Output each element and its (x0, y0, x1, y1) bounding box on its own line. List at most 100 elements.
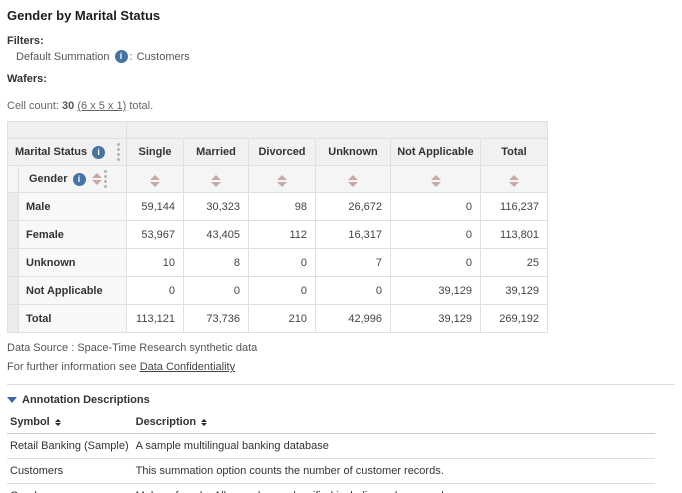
data-cell: 73,736 (184, 305, 249, 333)
column-sort-cell[interactable] (481, 166, 548, 193)
annotation-symbol: Gender (7, 484, 133, 493)
table-row: Total113,12173,73621042,99639,129269,192 (8, 305, 548, 333)
annotation-row: Retail Banking (Sample)A sample multilin… (7, 434, 655, 459)
filter-name: Default Summation (16, 51, 110, 63)
column-header[interactable]: Unknown (316, 139, 391, 166)
filters-label: Filters: (7, 35, 675, 47)
row-indent-strip (8, 305, 19, 333)
data-cell: 42,996 (316, 305, 391, 333)
sort-icon[interactable] (211, 175, 221, 187)
further-info-text: For further information see (7, 361, 137, 373)
further-info-line: For further information see Data Confide… (7, 361, 675, 373)
data-cell: 0 (316, 277, 391, 305)
cell-dimensions-link[interactable]: (6 x 5 x 1) (77, 100, 126, 112)
column-header[interactable]: Divorced (249, 139, 316, 166)
column-header-row: Marital Status i Single Married Divorced… (8, 139, 548, 166)
section-divider (7, 384, 675, 385)
column-header[interactable]: Not Applicable (391, 139, 481, 166)
annotation-header-row: Symbol Description (7, 413, 655, 434)
data-cell: 116,237 (481, 193, 548, 221)
column-sort-cell[interactable] (391, 166, 481, 193)
data-cell: 210 (249, 305, 316, 333)
data-cell: 113,801 (481, 221, 548, 249)
column-sort-cell[interactable] (316, 166, 391, 193)
annotation-row: GenderMale or female. All records are cl… (7, 484, 655, 493)
sort-icon[interactable] (431, 175, 441, 187)
annotation-descriptions-label: Annotation Descriptions (22, 394, 150, 406)
sort-icon[interactable] (92, 173, 102, 185)
sort-icon[interactable] (277, 175, 287, 187)
column-header[interactable]: Single (127, 139, 184, 166)
annotation-description: This summation option counts the number … (133, 459, 655, 484)
sort-icon[interactable] (348, 175, 358, 187)
table-row: Not Applicable000039,12939,129 (8, 277, 548, 305)
wafers-label: Wafers: (7, 73, 675, 85)
annotation-table: Symbol Description Retail Banking (Sampl… (7, 413, 655, 493)
data-cell: 39,129 (481, 277, 548, 305)
data-cell: 43,405 (184, 221, 249, 249)
annotation-symbol: Retail Banking (Sample) (7, 434, 133, 459)
data-cell: 0 (391, 249, 481, 277)
table-row: Male59,14430,3239826,6720116,237 (8, 193, 548, 221)
menu-dots-icon[interactable] (115, 141, 122, 163)
row-label: Female (19, 221, 127, 249)
data-cell: 0 (391, 193, 481, 221)
sort-icon[interactable] (201, 419, 207, 426)
annotation-descriptions-toggle[interactable]: Annotation Descriptions (7, 394, 675, 406)
page-title: Gender by Marital Status (7, 8, 675, 23)
sort-icon[interactable] (55, 419, 61, 426)
data-cell: 26,672 (316, 193, 391, 221)
column-sort-cell[interactable] (249, 166, 316, 193)
description-header-label: Description (136, 416, 197, 428)
cell-count-label: Cell count: (7, 100, 59, 112)
data-cell: 0 (249, 249, 316, 277)
row-label: Unknown (19, 249, 127, 277)
menu-dots-icon[interactable] (102, 168, 109, 190)
data-cell: 39,129 (391, 305, 481, 333)
cell-count-value: 30 (62, 100, 74, 112)
info-icon[interactable]: i (92, 146, 105, 159)
info-icon[interactable]: i (115, 50, 128, 63)
column-sort-cell[interactable] (184, 166, 249, 193)
data-cell: 30,323 (184, 193, 249, 221)
info-icon[interactable]: i (73, 173, 86, 186)
column-header[interactable]: Total (481, 139, 548, 166)
row-indent-strip (8, 221, 19, 249)
data-cell: 53,967 (127, 221, 184, 249)
annotation-description: Male or female. All records are classifi… (133, 484, 655, 493)
row-label: Male (19, 193, 127, 221)
symbol-column-header[interactable]: Symbol (7, 413, 133, 434)
annotation-table-body: Retail Banking (Sample)A sample multilin… (7, 434, 655, 493)
column-dimension-label: Marital Status (15, 146, 87, 158)
data-cell: 0 (391, 221, 481, 249)
row-indent-strip (8, 277, 19, 305)
data-cell: 0 (249, 277, 316, 305)
data-confidentiality-link[interactable]: Data Confidentiality (140, 361, 235, 373)
table-spanner-row (8, 122, 548, 139)
row-label: Total (19, 305, 127, 333)
data-cell: 269,192 (481, 305, 548, 333)
column-sort-cell[interactable] (127, 166, 184, 193)
data-cell: 16,317 (316, 221, 391, 249)
filter-item: Default Summation i : Customers (16, 50, 675, 63)
row-indent-strip (8, 249, 19, 277)
annotation-row: CustomersThis summation option counts th… (7, 459, 655, 484)
collapse-triangle-icon[interactable] (7, 397, 17, 403)
description-column-header[interactable]: Description (133, 413, 655, 434)
data-source-line: Data Source : Space-Time Research synthe… (7, 342, 675, 354)
sort-icon[interactable] (509, 175, 519, 187)
crosstab-body: Male59,14430,3239826,6720116,237Female53… (8, 193, 548, 333)
data-cell: 113,121 (127, 305, 184, 333)
column-header[interactable]: Married (184, 139, 249, 166)
table-corner-cell (8, 122, 127, 139)
column-dimension-cell: Marital Status i (8, 139, 127, 166)
sort-icon[interactable] (150, 175, 160, 187)
data-cell: 112 (249, 221, 316, 249)
data-cell: 8 (184, 249, 249, 277)
data-cell: 98 (249, 193, 316, 221)
cell-count-line: Cell count: 30 (6 x 5 x 1) total. (7, 100, 675, 112)
table-row: Unknown10807025 (8, 249, 548, 277)
row-indent-strip (8, 166, 19, 193)
data-cell: 59,144 (127, 193, 184, 221)
annotation-symbol: Customers (7, 459, 133, 484)
